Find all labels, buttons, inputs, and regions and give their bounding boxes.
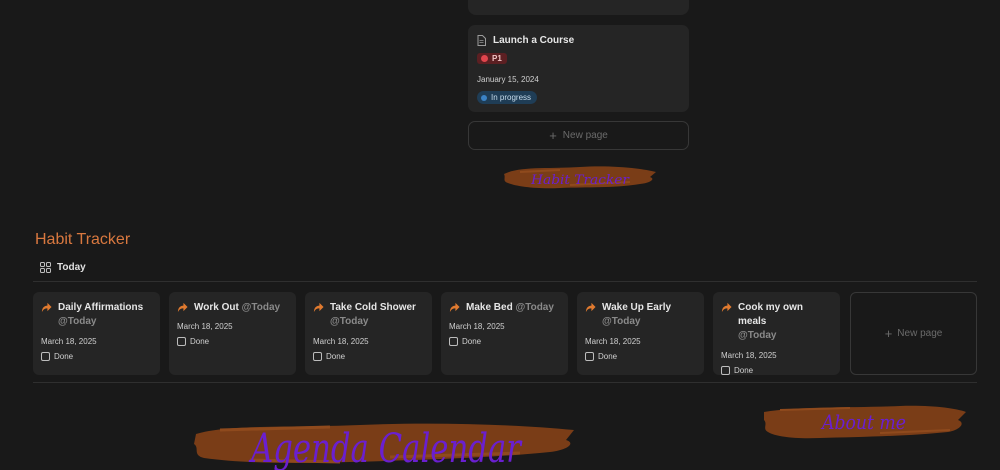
habit-card[interactable]: Cook my own meals @Today March 18, 2025 … — [713, 292, 840, 375]
priority-badge: P1 — [477, 53, 507, 64]
habit-name: Work Out — [194, 302, 239, 313]
view-tab-label: Today — [57, 262, 86, 273]
habit-date: March 18, 2025 — [721, 351, 777, 360]
habit-tracker-title: Habit Tracker — [35, 231, 131, 248]
habit-date: March 18, 2025 — [585, 337, 641, 346]
done-label: Done — [190, 337, 210, 346]
view-divider — [33, 281, 977, 282]
done-label: Done — [598, 352, 618, 361]
done-label: Done — [54, 352, 74, 361]
habit-date: March 18, 2025 — [313, 337, 369, 346]
arrow-forward-icon — [585, 302, 596, 313]
today-mention[interactable]: @Today — [515, 302, 553, 313]
arrow-forward-icon — [177, 302, 188, 313]
habit-date: March 18, 2025 — [177, 322, 233, 331]
done-label: Done — [462, 337, 482, 346]
agenda-calendar-banner[interactable]: Agenda Calendar — [190, 410, 580, 470]
today-mention[interactable]: @Today — [330, 316, 368, 327]
banner-bottom-right-text: About me — [820, 410, 906, 434]
done-checkbox[interactable] — [449, 337, 458, 346]
habit-name: Wake Up Early — [602, 302, 672, 313]
done-checkbox[interactable] — [177, 337, 186, 346]
habit-name: Make Bed — [466, 302, 513, 313]
priority-label: P1 — [492, 54, 502, 63]
plus-icon: + — [884, 326, 893, 341]
today-mention[interactable]: @Today — [738, 330, 776, 341]
habit-card[interactable]: Take Cold Shower @Today March 18, 2025 D… — [305, 292, 432, 375]
status-badge: In progress — [477, 91, 538, 104]
habit-name-line: Daily Affirmations @Today — [58, 301, 143, 329]
habit-name-line: Cook my own meals @Today — [738, 301, 832, 343]
habit-card[interactable]: Daily Affirmations @Today March 18, 2025… — [33, 292, 160, 375]
done-checkbox[interactable] — [721, 366, 730, 375]
task-card[interactable]: Launch a Course P1 January 15, 2024 In p… — [468, 25, 689, 112]
habit-tracker-banner[interactable]: Habit Tracker — [500, 160, 660, 196]
arrow-forward-icon — [313, 302, 324, 313]
today-mention[interactable]: @Today — [242, 302, 280, 313]
new-page-label: New page — [897, 328, 943, 339]
arrow-forward-icon — [449, 302, 460, 313]
view-tab-today[interactable]: Today — [40, 262, 86, 273]
task-title: Launch a Course — [493, 35, 575, 46]
habit-name: Daily Affirmations — [58, 302, 144, 313]
habit-name-line: Wake Up Early @Today — [602, 301, 671, 329]
about-me-banner[interactable]: About me — [760, 400, 970, 445]
arrow-forward-icon — [721, 302, 732, 313]
habit-name-line: Work Out @Today — [194, 301, 280, 315]
habit-name-line: Take Cold Shower @Today — [330, 301, 416, 329]
habit-name: Cook my own meals — [738, 302, 804, 327]
today-mention[interactable]: @Today — [602, 316, 640, 327]
plus-icon: + — [549, 128, 557, 143]
today-mention[interactable]: @Today — [58, 316, 96, 327]
previous-card-bottom[interactable] — [468, 0, 689, 15]
arrow-forward-icon — [41, 302, 52, 313]
gallery-bottom-divider — [33, 382, 977, 383]
task-date: January 15, 2024 — [477, 75, 539, 84]
new-page-label: New page — [562, 130, 608, 141]
habit-card[interactable]: Wake Up Early @Today March 18, 2025 Done — [577, 292, 704, 375]
priority-dot-icon — [481, 55, 488, 62]
status-label: In progress — [491, 93, 532, 102]
habit-card[interactable]: Work Out @Today March 18, 2025 Done — [169, 292, 296, 375]
page-icon — [477, 35, 486, 46]
new-page-button[interactable]: + New page — [468, 121, 689, 150]
habit-new-page-button[interactable]: + New page — [850, 292, 977, 375]
habit-name: Take Cold Shower — [330, 302, 416, 313]
done-checkbox[interactable] — [41, 352, 50, 361]
banner-top-text: Habit Tracker — [530, 173, 630, 188]
habit-card[interactable]: Make Bed @Today March 18, 2025 Done — [441, 292, 568, 375]
done-checkbox[interactable] — [585, 352, 594, 361]
gallery-icon — [40, 262, 51, 273]
habit-date: March 18, 2025 — [41, 337, 97, 346]
done-checkbox[interactable] — [313, 352, 322, 361]
done-label: Done — [734, 366, 754, 375]
banner-bottom-left-text: Agenda Calendar — [248, 426, 523, 470]
done-label: Done — [326, 352, 346, 361]
habit-name-line: Make Bed @Today — [466, 301, 554, 315]
status-dot-icon — [481, 94, 487, 101]
habit-date: March 18, 2025 — [449, 322, 505, 331]
